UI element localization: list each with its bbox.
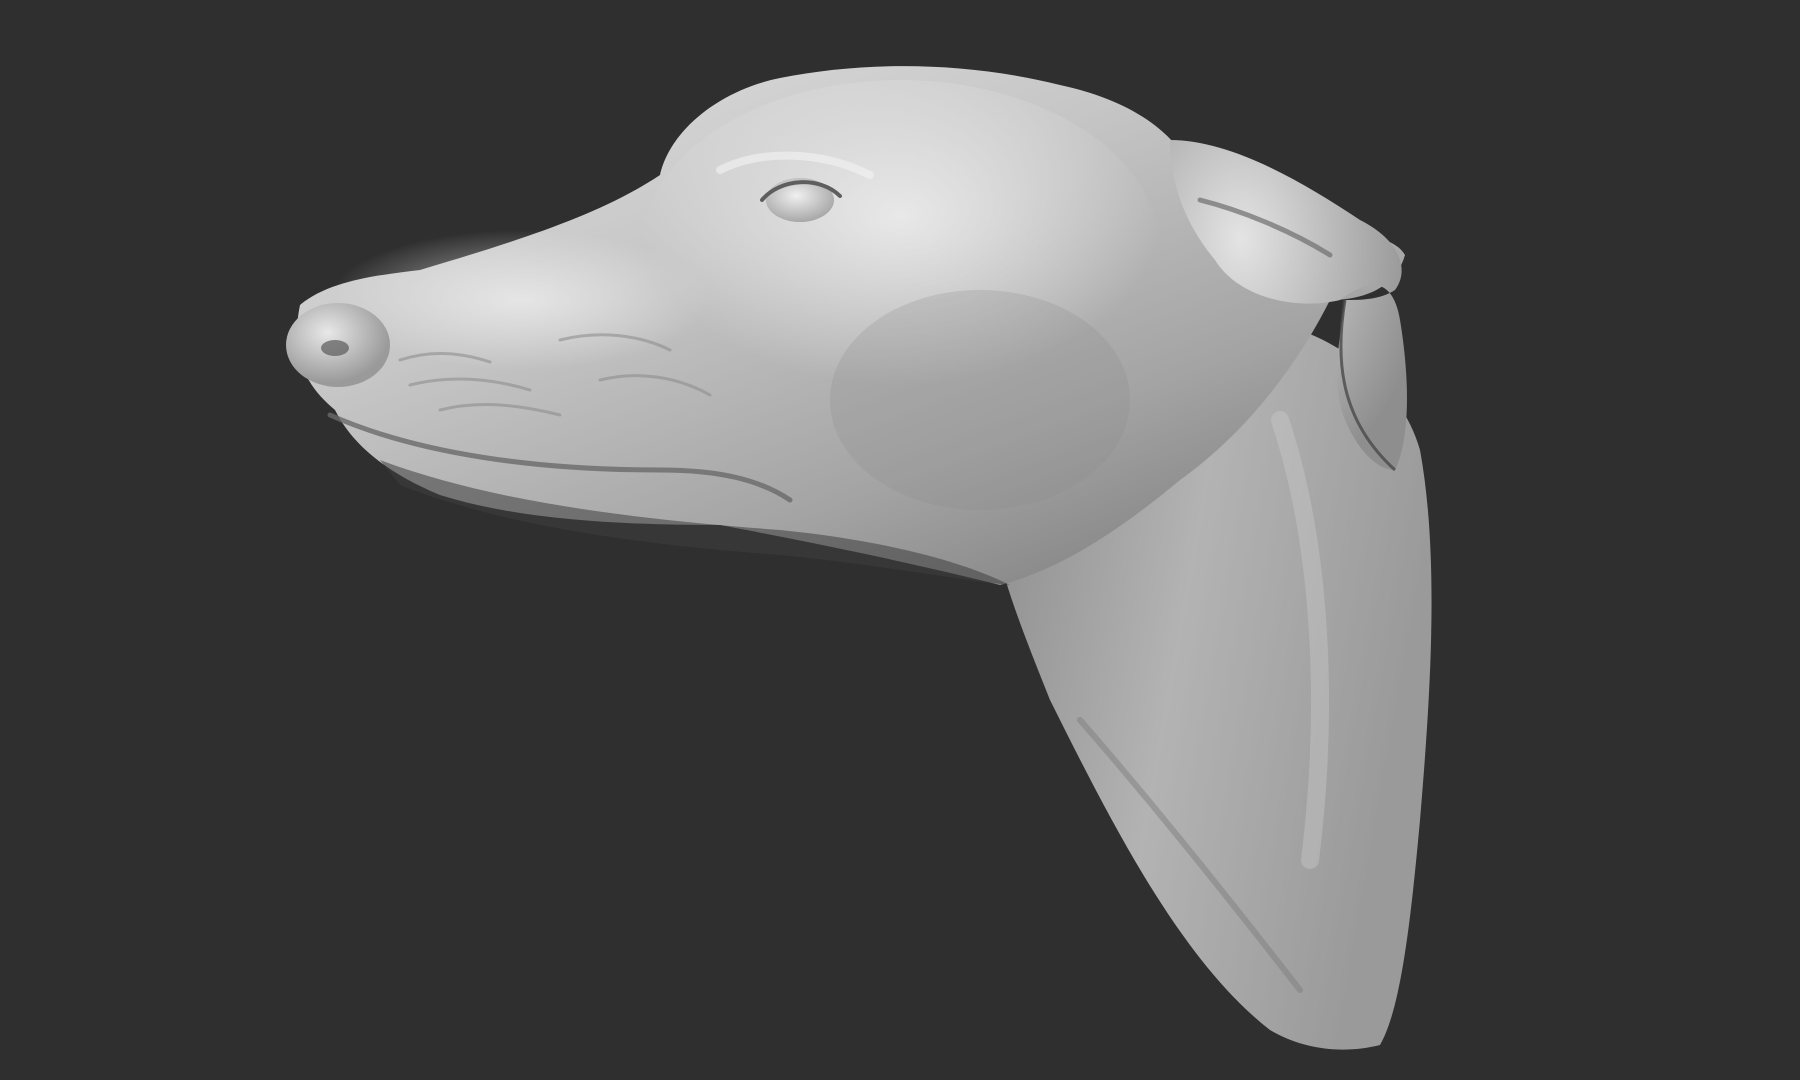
sculpt-viewport[interactable] — [0, 0, 1800, 1080]
nostril — [321, 340, 349, 356]
sculpt-canvas — [286, 66, 1432, 1050]
cheek-shading — [830, 290, 1130, 510]
